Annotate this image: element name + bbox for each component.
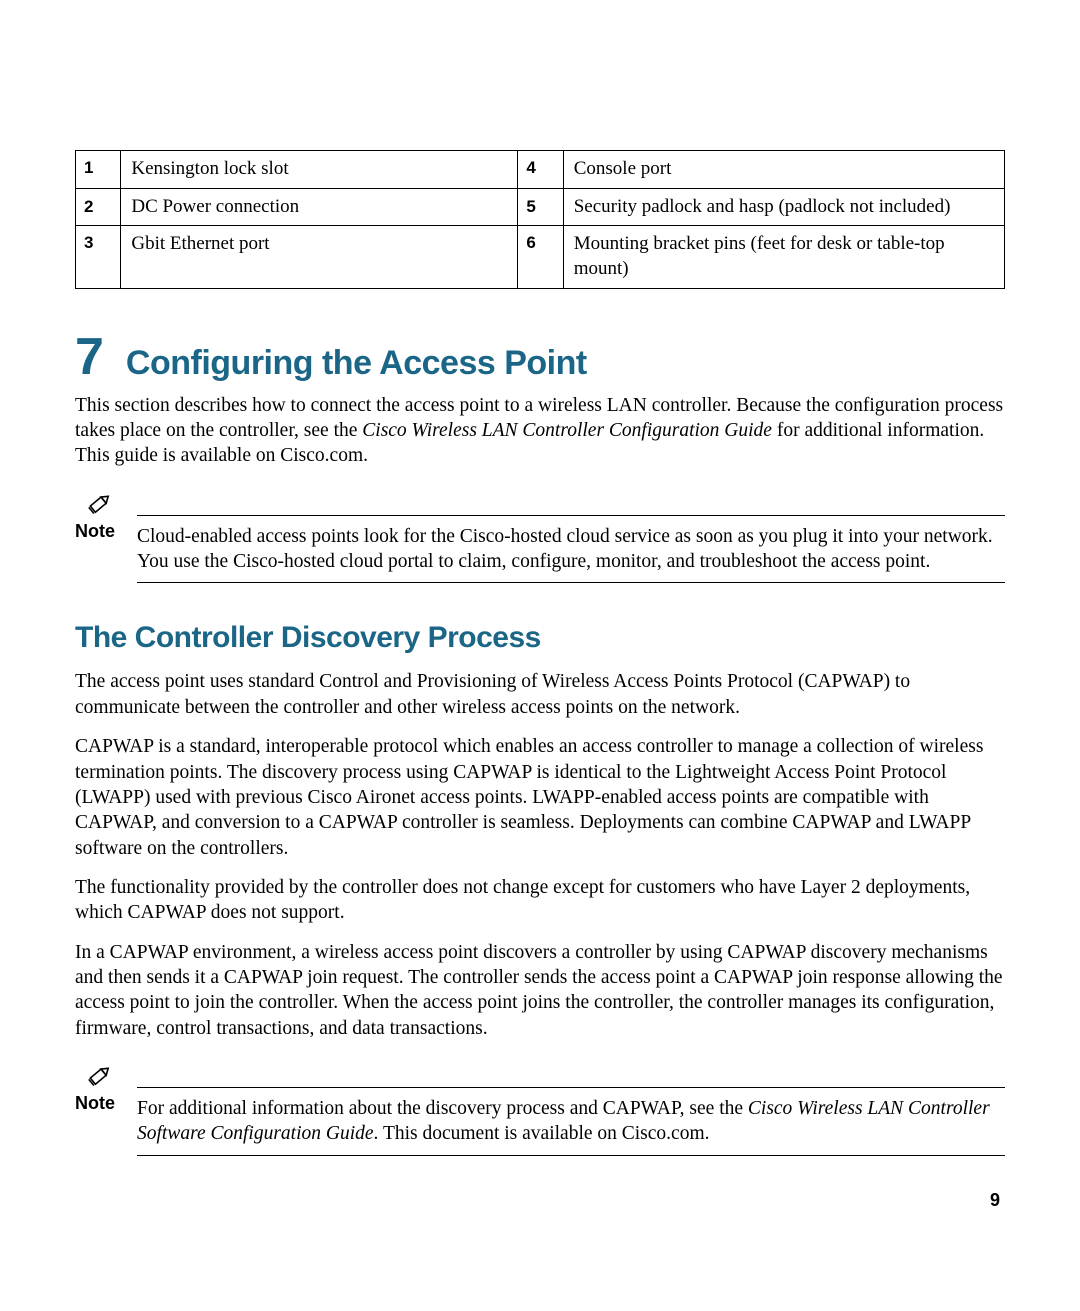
section-p4: In a CAPWAP environment, a wireless acce… bbox=[75, 940, 1005, 1041]
page-number: 9 bbox=[990, 1190, 1000, 1211]
note-left-2: Note bbox=[75, 1063, 127, 1114]
section-p3: The functionality provided by the contro… bbox=[75, 875, 1005, 926]
callout-num: 6 bbox=[518, 226, 563, 288]
callout-num: 3 bbox=[76, 226, 121, 288]
callout-desc: Kensington lock slot bbox=[121, 151, 518, 189]
callout-num: 2 bbox=[76, 188, 121, 226]
callout-desc: Gbit Ethernet port bbox=[121, 226, 518, 288]
note-text-1: Cloud-enabled access points look for the… bbox=[137, 515, 1005, 584]
callout-table: 1Kensington lock slot4Console port2DC Po… bbox=[75, 150, 1005, 289]
section-p2: CAPWAP is a standard, interoperable prot… bbox=[75, 734, 1005, 861]
note-text-2: For additional information about the dis… bbox=[137, 1087, 1005, 1156]
chapter-title: Configuring the Access Point bbox=[126, 344, 587, 382]
note-label-2: Note bbox=[75, 1093, 127, 1114]
note-block-2: Note For additional information about th… bbox=[75, 1063, 1005, 1156]
note-block-1: Note Cloud-enabled access points look fo… bbox=[75, 491, 1005, 584]
section-title: The Controller Discovery Process bbox=[75, 621, 1005, 655]
pencil-icon bbox=[85, 1063, 113, 1089]
table-row: 1Kensington lock slot4Console port bbox=[76, 151, 1005, 189]
callout-desc: Console port bbox=[563, 151, 1004, 189]
callout-desc: Security padlock and hasp (padlock not i… bbox=[563, 188, 1004, 226]
document-page: 1Kensington lock slot4Console port2DC Po… bbox=[0, 0, 1080, 1311]
chapter-intro: This section describes how to connect th… bbox=[75, 393, 1005, 469]
chapter-number: 7 bbox=[75, 328, 104, 386]
chapter-intro-italic: Cisco Wireless LAN Controller Configurat… bbox=[362, 420, 772, 441]
note2-pre: For additional information about the dis… bbox=[137, 1098, 748, 1119]
table-row: 2DC Power connection5Security padlock an… bbox=[76, 188, 1005, 226]
note2-post: . This document is available on Cisco.co… bbox=[374, 1123, 710, 1144]
callout-desc: DC Power connection bbox=[121, 188, 518, 226]
callout-num: 4 bbox=[518, 151, 563, 189]
callout-desc: Mounting bracket pins (feet for desk or … bbox=[563, 226, 1004, 288]
pencil-icon bbox=[85, 491, 113, 517]
section-p1: The access point uses standard Control a… bbox=[75, 669, 1005, 720]
callout-num: 1 bbox=[76, 151, 121, 189]
callout-num: 5 bbox=[518, 188, 563, 226]
note-left-1: Note bbox=[75, 491, 127, 542]
table-row: 3Gbit Ethernet port6Mounting bracket pin… bbox=[76, 226, 1005, 288]
note-label-1: Note bbox=[75, 521, 127, 542]
chapter-heading: 7 Configuring the Access Point bbox=[75, 331, 1005, 383]
